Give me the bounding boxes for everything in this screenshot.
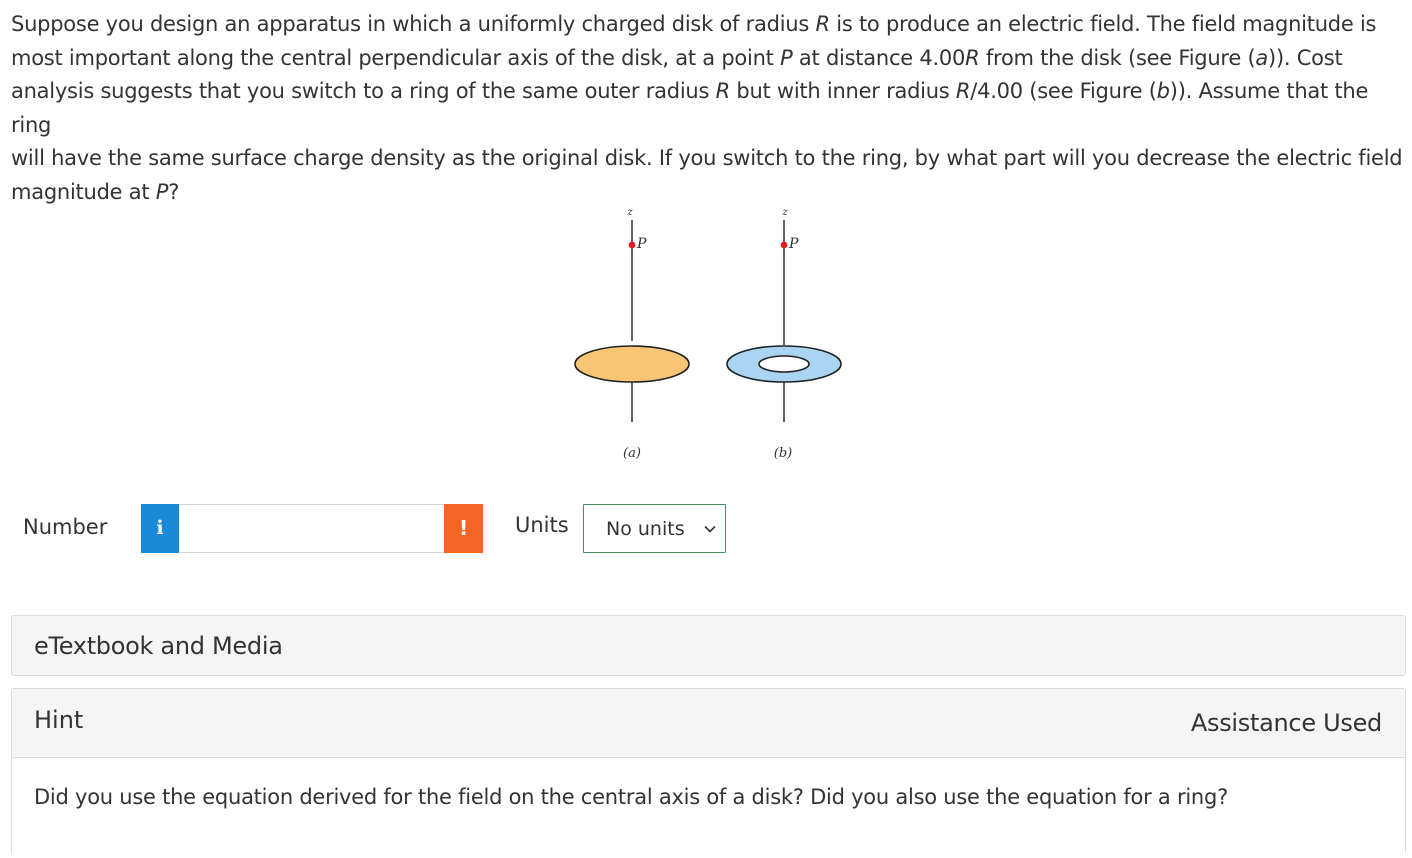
answer-row: Number i ! Units No units [0,503,760,555]
figure-a: z P (a) [574,207,690,461]
number-label: Number [23,515,108,539]
hint-title[interactable]: Hint [34,706,83,734]
math-variable: P [780,45,793,70]
etextbook-title[interactable]: eTextbook and Media [34,632,283,660]
caption-b: (b) [774,446,792,461]
text-run: analysis suggests that you switch to a r… [11,79,716,103]
point-p-marker-a [628,241,636,249]
warning-icon[interactable]: ! [444,504,483,553]
units-selected-value: No units [606,518,685,540]
hint-body: Did you use the equation derived for the… [12,758,1405,854]
disk-ring-figure: z P (a) z P (b) [560,198,860,468]
chevron-down-icon [704,525,716,533]
math-variable: R [715,79,731,103]
assistance-status: Assistance Used [1190,709,1382,737]
text-run: magnitude at [11,179,156,204]
caption-a: (a) [623,446,641,461]
charged-disk [574,345,690,383]
hint-panel: Hint Assistance Used Did you use the equ… [11,688,1406,854]
hint-header[interactable]: Hint Assistance Used [12,689,1405,758]
math-variable: a [1255,45,1269,70]
math-variable: R [965,45,980,70]
etextbook-panel[interactable]: eTextbook and Media [11,615,1406,676]
axis-label-z-b: z [781,207,788,218]
math-variable: R [815,12,830,36]
question-line: will have the same surface charge densit… [11,142,1406,176]
info-icon[interactable]: i [141,504,179,553]
figure-svg: z P (a) z P (b) [574,207,842,461]
question-line: analysis suggests that you switch to a r… [11,75,1406,142]
point-label-p-b: P [788,236,799,252]
text-run: but with inner radius [729,79,956,103]
text-run: is to produce an electric field. The fie… [829,12,1377,36]
text-run: )). Cost [1268,45,1343,70]
text-run: ? [168,179,180,204]
question-text: Suppose you design an apparatus in which… [11,8,1406,209]
point-p-marker-b [780,241,788,249]
point-label-p-a: P [636,236,647,252]
figure-b: z P (b) [726,207,842,461]
hint-text: Did you use the equation derived for the… [34,785,1228,809]
text-run: most important along the central perpend… [11,45,781,70]
math-variable: P [155,179,169,204]
question-line: Suppose you design an apparatus in which… [11,8,1406,42]
text-run: Suppose you design an apparatus in which… [11,12,816,36]
units-label: Units [515,513,569,537]
text-run: at distance 4.00 [792,45,966,70]
text-run: from the disk (see Figure ( [979,45,1256,70]
math-variable: R [955,79,971,103]
math-variable: b [1156,79,1170,103]
text-run: will have the same surface charge densit… [11,146,1403,170]
units-select[interactable]: No units [583,504,726,553]
text-run: /4.00 (see Figure ( [970,79,1157,103]
question-line: most important along the central perpend… [11,42,1406,76]
charged-ring [726,345,842,383]
axis-label-z-a: z [626,207,633,218]
number-input[interactable] [179,504,444,553]
